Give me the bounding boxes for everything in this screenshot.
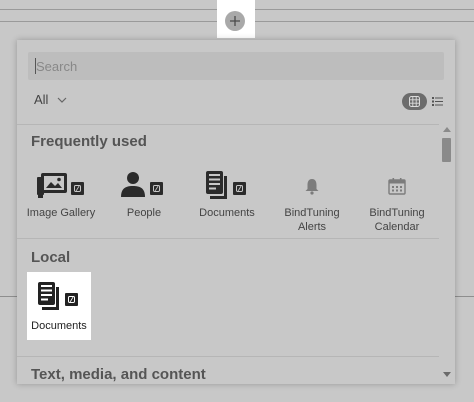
panel-scrollbar[interactable] [439,124,455,384]
scroll-down-arrow-icon[interactable] [443,372,451,378]
webpart-label: BindTuning Alerts [284,207,340,233]
bell-icon [305,179,319,195]
category-filter-label: All [34,92,49,107]
add-webpart-spot [217,0,255,38]
documents-icon [206,171,246,199]
webpart-label: People [126,207,162,219]
plus-icon [230,16,240,26]
view-toggle [402,93,443,110]
image-gallery-icon [37,173,84,198]
add-webpart-button[interactable] [225,11,245,31]
webpart-label: Image Gallery [26,207,96,219]
calendar-icon [388,178,406,195]
category-filter-dropdown[interactable]: All [34,92,67,107]
grid-view-icon [409,96,420,107]
scroll-thumb[interactable] [442,138,451,162]
webpart-picker-panel: Search All Frequently used Image Gallery… [17,40,455,384]
webpart-bindtuning-calendar[interactable]: BindTuning Calendar [355,166,439,234]
webpart-bindtuning-alerts[interactable]: BindTuning Alerts [270,166,354,234]
grid-view-button[interactable] [402,93,427,110]
list-view-icon [432,97,443,106]
webpart-local-documents[interactable]: Documents [27,272,91,340]
section-title-frequent: Frequently used [31,133,147,150]
list-view-button[interactable] [432,96,443,107]
webpart-label: BindTuning Calendar [369,207,425,233]
webpart-label: Documents [199,207,255,219]
section-divider-local [17,238,439,239]
people-icon [121,172,163,197]
section-title-text-media: Text, media, and content [31,366,206,383]
webpart-image-gallery[interactable]: Image Gallery [19,166,103,220]
webpart-documents[interactable]: Documents [185,166,269,220]
section-title-local: Local [31,249,71,266]
scroll-up-arrow-icon[interactable] [443,126,451,132]
chevron-down-icon [58,97,67,103]
header-divider [17,124,439,125]
search-input[interactable]: Search [28,52,444,80]
documents-icon [38,282,78,310]
search-placeholder: Search [36,59,78,74]
webpart-people[interactable]: People [102,166,186,220]
webpart-label: Documents [31,320,87,332]
section-divider-text-media [17,356,439,357]
